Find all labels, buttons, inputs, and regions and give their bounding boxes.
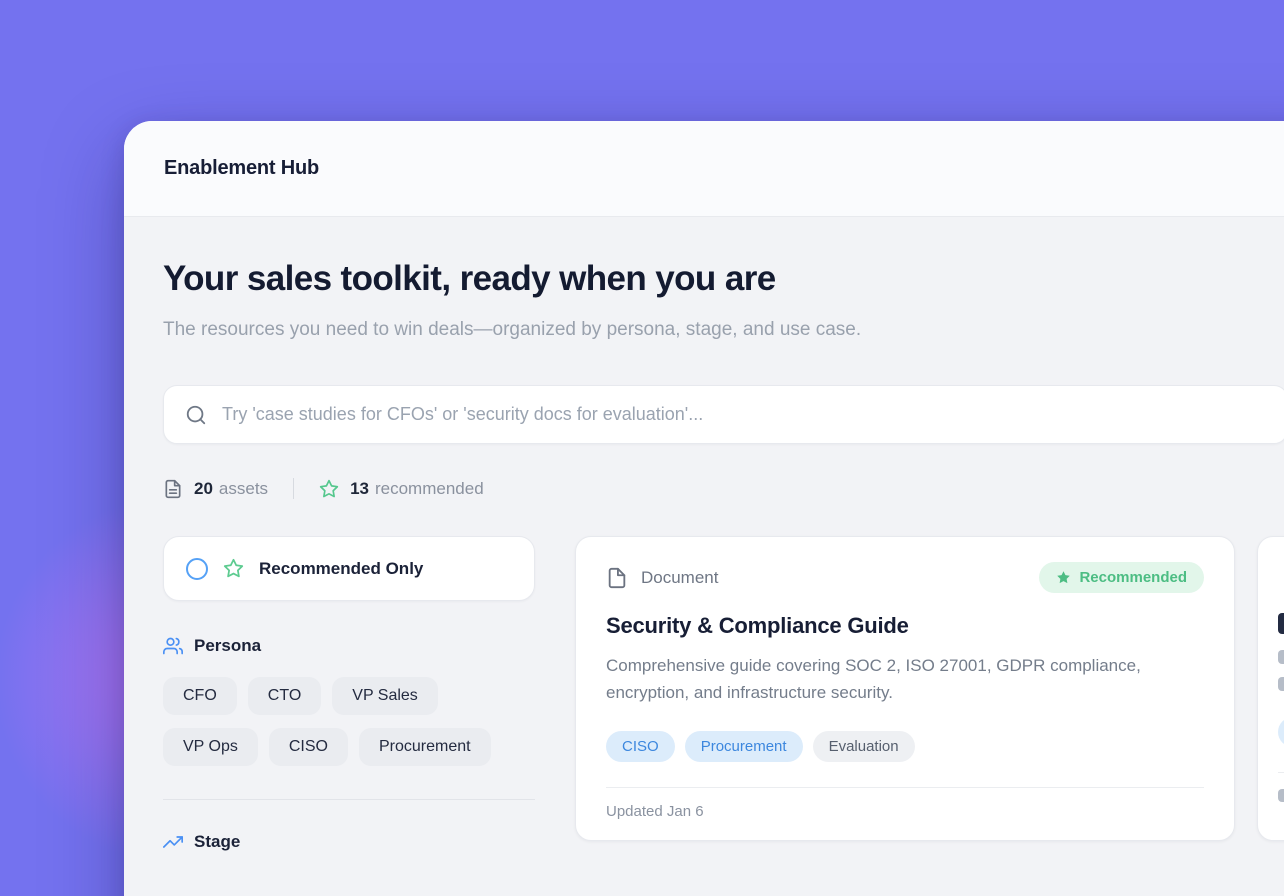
asset-card-clipped[interactable]: [1257, 536, 1284, 841]
file-text-icon: [163, 479, 183, 499]
file-icon: [606, 567, 628, 589]
clipped-card-title: [1278, 613, 1284, 634]
card-description: Comprehensive guide covering SOC 2, ISO …: [606, 653, 1171, 706]
filter-sidebar: Recommended Only Persona CFO CTO VP Sale…: [163, 536, 535, 852]
asset-card-security-compliance-guide[interactable]: Document Recommended Security & Complian…: [575, 536, 1235, 841]
app-title: Enablement Hub: [164, 157, 319, 180]
card-title: Security & Compliance Guide: [606, 613, 1204, 639]
stage-section-label: Stage: [194, 832, 240, 852]
card-tag-list: CISO Procurement Evaluation: [606, 731, 1204, 762]
assets-label: assets: [219, 479, 268, 499]
card-top-row: Document Recommended: [606, 562, 1204, 593]
tag-evaluation[interactable]: Evaluation: [813, 731, 915, 762]
recommended-badge: Recommended: [1039, 562, 1204, 593]
asset-card-grid: Document Recommended Security & Complian…: [575, 536, 1284, 841]
page-subtitle: The resources you need to win deals—orga…: [163, 313, 863, 347]
assets-count: 20: [194, 479, 213, 499]
app-header: Enablement Hub: [124, 121, 1284, 217]
star-icon: [223, 558, 244, 579]
clipped-card-tag: [1278, 717, 1284, 747]
users-icon: [163, 636, 183, 656]
sidebar-divider: [163, 799, 535, 800]
clipped-card-top-row: [1278, 562, 1284, 593]
persona-chip-ciso[interactable]: CISO: [269, 728, 348, 766]
persona-section-header: Persona: [163, 636, 535, 656]
page-title: Your sales toolkit, ready when you are: [163, 259, 1284, 299]
clipped-card-description-line: [1278, 650, 1284, 664]
persona-chip-vp-sales[interactable]: VP Sales: [332, 677, 438, 715]
search-bar[interactable]: [163, 385, 1284, 444]
tag-procurement[interactable]: Procurement: [685, 731, 803, 762]
search-input[interactable]: [222, 404, 1266, 425]
main-content: Your sales toolkit, ready when you are T…: [124, 217, 1284, 896]
recommended-label: recommended: [375, 479, 484, 499]
clipped-card-divider: [1278, 772, 1284, 802]
clipped-card-description-line: [1278, 677, 1284, 691]
stats-row: 20 assets 13 recommended: [163, 478, 1284, 499]
star-filled-icon: [1056, 570, 1071, 585]
persona-chip-cfo[interactable]: CFO: [163, 677, 237, 715]
persona-chip-cto[interactable]: CTO: [248, 677, 321, 715]
app-window: Enablement Hub Your sales toolkit, ready…: [124, 121, 1284, 896]
recommended-badge-label: Recommended: [1079, 569, 1187, 586]
card-updated: Updated Jan 6: [606, 787, 1204, 820]
stats-divider: [293, 478, 294, 499]
recommended-count: 13: [350, 479, 369, 499]
radio-circle-icon[interactable]: [186, 558, 208, 580]
persona-chip-vp-ops[interactable]: VP Ops: [163, 728, 258, 766]
persona-section-label: Persona: [194, 636, 261, 656]
card-type-label: Document: [641, 568, 718, 588]
stage-section-header: Stage: [163, 832, 535, 852]
persona-chip-procurement[interactable]: Procurement: [359, 728, 491, 766]
persona-chip-list: CFO CTO VP Sales VP Ops CISO Procurement: [163, 677, 535, 766]
clipped-card-updated: [1278, 789, 1284, 802]
recommended-only-toggle[interactable]: Recommended Only: [163, 536, 535, 601]
content-columns: Recommended Only Persona CFO CTO VP Sale…: [163, 536, 1284, 852]
trending-up-icon: [163, 832, 183, 852]
search-icon: [185, 404, 207, 426]
recommended-only-label: Recommended Only: [259, 559, 423, 579]
card-type: Document: [606, 567, 718, 589]
star-icon: [319, 479, 339, 499]
tag-ciso[interactable]: CISO: [606, 731, 675, 762]
